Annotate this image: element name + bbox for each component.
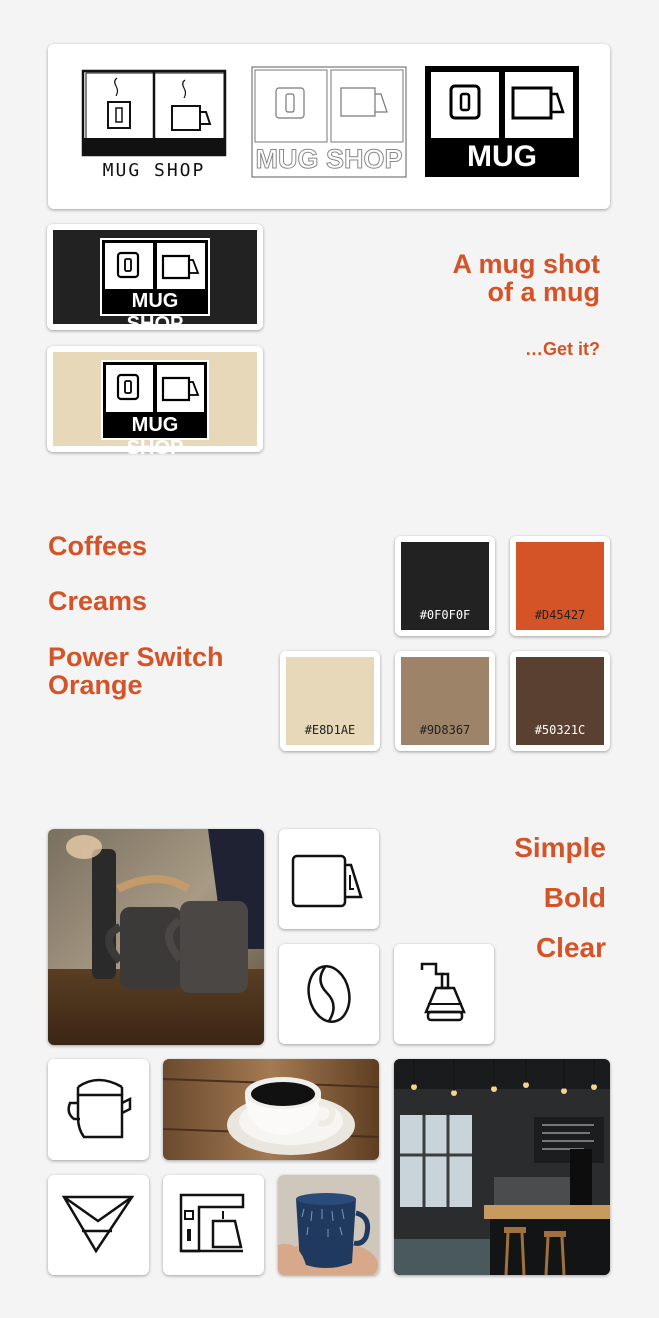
swatch-orange-fill: #D45427	[516, 542, 604, 630]
sketch-logo-mark	[81, 69, 227, 157]
dark-logo-banner: MUG SHOP	[47, 224, 263, 335]
photo-mug-in-hands	[278, 1175, 379, 1275]
swatch-tan: #9D8367	[395, 651, 495, 751]
cream-banner-logo-text: MUG SHOP	[126, 414, 184, 459]
swatch-dark-fill: #0F0F0F	[401, 542, 489, 630]
cream-banner-logo: MUG SHOP	[101, 360, 209, 459]
cream-banner-fill: MUG SHOP	[53, 352, 257, 459]
swatch-dark-label: #0F0F0F	[419, 608, 471, 622]
coffee-machine-icon-card	[163, 1175, 264, 1275]
mug-icon-card	[279, 829, 379, 929]
swatch-brown: #50321C	[510, 651, 610, 751]
photo-mugs-on-table	[48, 829, 264, 1045]
coffee-bean-icon	[307, 965, 351, 1023]
pour-over-icon-card	[48, 1175, 149, 1275]
coffee-bean-icon-card	[279, 944, 379, 1044]
sketch-logo: MUG SHOP	[80, 68, 228, 183]
palette-name-coffees: Coffees	[48, 531, 148, 561]
cream-logo-banner: MUG SHOP	[47, 346, 263, 459]
dark-banner-logo: MUG SHOP	[100, 238, 210, 335]
swatch-cream-fill: #E8D1AE	[286, 657, 374, 745]
pour-over-icon	[61, 1195, 135, 1254]
principle-simple: Simple	[514, 832, 606, 863]
coffee-machine-icon	[179, 1193, 245, 1253]
dark-banner-logo-text: MUG SHOP	[126, 290, 184, 335]
swatch-tan-fill: #9D8367	[401, 657, 489, 745]
coffee-grinder-icon	[420, 962, 466, 1022]
outline-logo-text: MUG SHOP	[255, 144, 403, 175]
swatch-dark: #0F0F0F	[395, 536, 495, 636]
principle-bold: Bold	[543, 882, 606, 913]
swatch-cream-label: #E8D1AE	[304, 723, 356, 737]
kettle-icon-card	[48, 1059, 149, 1160]
tagline-joke: …Get it?	[525, 339, 600, 359]
coffee-grinder-icon-card	[394, 944, 494, 1044]
tagline-line-1: A mug shot	[452, 249, 601, 279]
sketch-logo-text: MUG SHOP	[102, 160, 206, 181]
outline-logo: MUG SHOP	[251, 66, 407, 178]
logo-showcase-card: MUG SHOP MUG SHOP MUG SHOP	[48, 44, 610, 209]
palette-name-orange: Orange	[48, 670, 143, 700]
swatch-cream: #E8D1AE	[280, 651, 380, 751]
swatch-tan-label: #9D8367	[419, 723, 471, 737]
photo-cafe-interior	[394, 1059, 610, 1275]
palette-name-power-switch: Power Switch	[48, 642, 224, 672]
principle-clear: Clear	[535, 932, 606, 963]
palette-name-creams: Creams	[48, 586, 148, 616]
tagline-line-2: of a mug	[487, 277, 601, 307]
solid-logo: MUG SHOP	[425, 66, 579, 207]
solid-logo-text: MUG SHOP	[459, 140, 545, 207]
kettle-icon	[67, 1078, 132, 1139]
swatch-brown-label: #50321C	[534, 723, 586, 737]
dark-banner-fill: MUG SHOP	[53, 230, 257, 335]
mug-icon	[291, 854, 363, 908]
swatch-orange-label: #D45427	[534, 608, 586, 622]
swatch-brown-fill: #50321C	[516, 657, 604, 745]
photo-cup-on-saucer	[163, 1059, 379, 1160]
swatch-orange: #D45427	[510, 536, 610, 636]
